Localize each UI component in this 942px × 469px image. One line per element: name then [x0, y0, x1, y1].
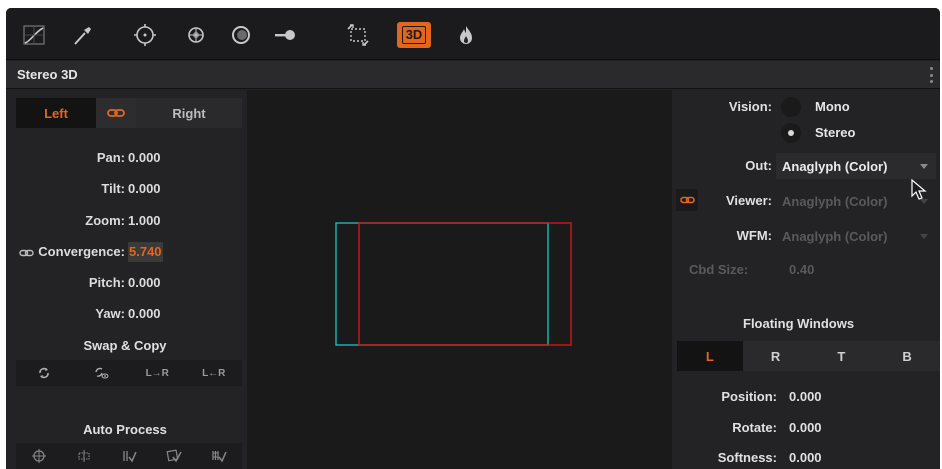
link-icon: [107, 109, 125, 117]
viewer-value: Anaglyph (Color): [782, 193, 888, 209]
fw-tab-r[interactable]: R: [742, 341, 809, 371]
auto-vertical-icon[interactable]: [61, 443, 106, 469]
convergence-value[interactable]: 5.740: [128, 242, 163, 262]
auto-align-icon[interactable]: [16, 443, 61, 469]
position-value[interactable]: 0.000: [789, 389, 822, 404]
position-label: Position:: [721, 389, 777, 404]
pan-param: Pan: 0.000: [6, 148, 244, 168]
panel-options-icon[interactable]: [928, 67, 934, 83]
mouse-pointer-icon: [911, 179, 927, 200]
stereo-3d-palette: 3D Stereo 3D Left Right Pan: 0.000 Tilt:…: [6, 8, 940, 469]
wfm-dropdown[interactable]: Anaglyph (Color): [776, 223, 936, 249]
viewer-link-button[interactable]: [676, 189, 698, 211]
rotate-label: Rotate:: [732, 420, 777, 435]
auto-color-icon[interactable]: [106, 443, 151, 469]
swap-icon[interactable]: [16, 360, 73, 386]
pitch-label: Pitch:: [88, 275, 125, 290]
vision-stereo-radio[interactable]: [781, 123, 801, 143]
softness-value[interactable]: 0.000: [789, 450, 822, 465]
yaw-value[interactable]: 0.000: [128, 304, 161, 324]
auto-all-icon[interactable]: [197, 443, 242, 469]
panel-title: Stereo 3D: [17, 67, 78, 82]
vision-mono-label: Mono: [815, 99, 850, 114]
right-eye-frame: [358, 222, 572, 346]
zoom-value[interactable]: 1.000: [128, 211, 161, 231]
pan-value[interactable]: 0.000: [128, 148, 161, 168]
cbd-size-label: Cbd Size:: [689, 262, 749, 277]
viewer-label: Viewer:: [725, 193, 772, 208]
vision-label: Vision:: [728, 99, 772, 114]
sizing-icon[interactable]: [345, 22, 371, 48]
qualifier-picker-icon[interactable]: [70, 22, 96, 48]
yaw-param: Yaw: 0.000: [6, 304, 244, 324]
cbd-size-value[interactable]: 0.40: [789, 262, 814, 277]
magic-icon[interactable]: [453, 22, 479, 48]
right-eye-button[interactable]: Right: [136, 98, 242, 128]
copy-left-to-right-button[interactable]: L→R: [129, 360, 186, 386]
link-icon: [679, 196, 695, 204]
curves-icon[interactable]: [21, 22, 47, 48]
floating-windows-title: Floating Windows: [743, 316, 855, 331]
fw-tab-l[interactable]: L: [677, 341, 743, 371]
chevron-down-icon: [920, 234, 928, 239]
left-controls: Left Right Pan: 0.000 Tilt: 0.000 Zoom: …: [6, 90, 244, 469]
zoom-label: Zoom:: [85, 213, 125, 228]
fw-tab-b[interactable]: B: [874, 341, 940, 371]
auto-geometry-icon[interactable]: [152, 443, 197, 469]
convergence-label: Convergence:: [38, 244, 125, 259]
floating-windows-tabs: L R T B: [677, 341, 940, 371]
tilt-value[interactable]: 0.000: [128, 179, 161, 199]
wfm-label: WFM:: [736, 228, 772, 243]
left-eye-button[interactable]: Left: [16, 98, 96, 128]
anaglyph-frame-preview: [335, 222, 572, 346]
softness-label: Softness:: [717, 450, 777, 465]
copy-right-to-left-button[interactable]: L←R: [186, 360, 243, 386]
palette-toolbar: 3D: [6, 8, 940, 60]
pan-label: Pan:: [96, 150, 125, 165]
pitch-value[interactable]: 0.000: [128, 273, 161, 293]
convergence-param: Convergence: 5.740: [6, 242, 244, 262]
stereo-3d-label: 3D: [401, 26, 427, 44]
swap-view-icon[interactable]: [73, 360, 130, 386]
left-eye-frame: [335, 222, 549, 346]
zoom-param: Zoom: 1.000: [6, 211, 244, 231]
swap-copy-title: Swap & Copy: [83, 338, 167, 353]
yaw-label: Yaw:: [95, 306, 125, 321]
wfm-value: Anaglyph (Color): [782, 228, 888, 244]
vision-stereo-label: Stereo: [815, 125, 856, 140]
stereo-3d-icon[interactable]: 3D: [397, 22, 431, 48]
out-label: Out:: [745, 158, 772, 173]
out-dropdown[interactable]: Anaglyph (Color): [776, 153, 936, 179]
right-controls: Vision: Mono Stereo Out: Anaglyph (Color…: [673, 90, 940, 469]
pitch-param: Pitch: 0.000: [6, 273, 244, 293]
key-icon[interactable]: [272, 22, 298, 48]
app-root: 3D Stereo 3D Left Right Pan: 0.000 Tilt:…: [0, 0, 942, 469]
rotate-value[interactable]: 0.000: [789, 420, 822, 435]
window-icon[interactable]: [132, 22, 158, 48]
fw-tab-t[interactable]: T: [808, 341, 875, 371]
tilt-param: Tilt: 0.000: [6, 179, 244, 199]
tilt-label: Tilt:: [101, 181, 125, 196]
eye-link-button[interactable]: [96, 98, 136, 128]
out-value: Anaglyph (Color): [782, 158, 888, 174]
convergence-link-icon[interactable]: [19, 249, 34, 257]
panel-header: Stereo 3D: [6, 61, 940, 89]
blur-icon[interactable]: [228, 22, 254, 48]
vision-mono-radio[interactable]: [781, 97, 801, 117]
eye-selector: Left Right: [16, 98, 242, 128]
chevron-down-icon: [920, 164, 928, 169]
swap-copy-buttons: L→R L←R: [16, 360, 242, 386]
stereo-viewer[interactable]: [247, 90, 672, 469]
auto-process-title: Auto Process: [83, 422, 167, 437]
tracker-icon[interactable]: [183, 22, 209, 48]
convergence-label-group: Convergence:: [19, 242, 125, 262]
auto-process-buttons: [16, 443, 242, 469]
